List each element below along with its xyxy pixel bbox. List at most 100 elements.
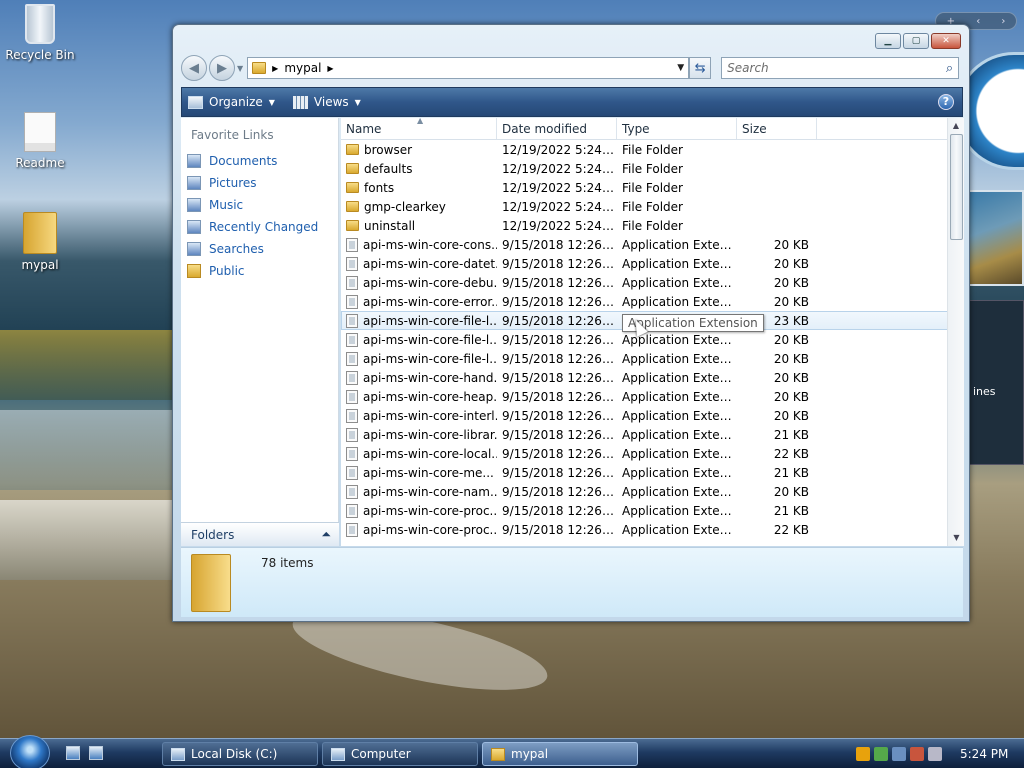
clock[interactable]: 5:24 PM bbox=[960, 747, 1008, 761]
taskbar-button-label: Local Disk (C:) bbox=[191, 747, 278, 761]
file-row[interactable]: browser 12/19/2022 5:24 PM File Folder bbox=[341, 140, 964, 159]
volume-muted-icon[interactable] bbox=[928, 747, 942, 761]
scroll-thumb[interactable] bbox=[950, 134, 963, 240]
favorite-link-music[interactable]: Music bbox=[181, 194, 338, 216]
windows-update-icon[interactable] bbox=[892, 747, 906, 761]
forward-button[interactable]: ▶ bbox=[209, 55, 235, 81]
favorite-link-pictures[interactable]: Pictures bbox=[181, 172, 338, 194]
file-row[interactable]: api-ms-win-core-interl... 9/15/2018 12:26… bbox=[341, 406, 964, 425]
dll-file-icon bbox=[346, 313, 358, 328]
favorite-link-documents[interactable]: Documents bbox=[181, 150, 338, 172]
search-icon[interactable]: ⌕ bbox=[946, 61, 953, 76]
file-name-cell: api-ms-win-core-file-l... bbox=[341, 313, 497, 328]
file-name: api-ms-win-core-heap... bbox=[363, 389, 497, 404]
navigation-pane: Favorite Links Documents Pictures Music Rec… bbox=[181, 118, 339, 546]
desktop-icon-recycle-bin[interactable]: Recycle Bin bbox=[0, 4, 80, 62]
vertical-scrollbar[interactable]: ▲ ▼ bbox=[947, 118, 964, 546]
explorer-window[interactable]: ▁ ▢ ✕ ◀ ▶ ▼ ▶ mypal ▶ ▼ ⇆ Search ⌕ Organ… bbox=[172, 24, 970, 622]
dll-file-icon bbox=[346, 465, 358, 480]
update-icon[interactable] bbox=[874, 747, 888, 761]
file-date-modified: 12/19/2022 5:24 PM bbox=[502, 199, 617, 214]
taskbar-button-mypal[interactable]: mypal bbox=[482, 742, 638, 766]
favorite-link-recently-changed[interactable]: Recently Changed bbox=[181, 216, 338, 238]
file-type: Application Extens... bbox=[622, 522, 737, 537]
switch-windows-icon[interactable] bbox=[89, 746, 103, 760]
feed-gadget[interactable]: ines bbox=[968, 300, 1024, 465]
breadcrumb-folder[interactable]: mypal bbox=[284, 61, 321, 75]
address-dropdown-icon[interactable]: ▼ bbox=[677, 63, 688, 73]
show-desktop-icon[interactable] bbox=[66, 746, 80, 760]
file-name-cell: gmp-clearkey bbox=[341, 200, 497, 214]
network-icon[interactable] bbox=[910, 747, 924, 761]
file-row[interactable]: api-ms-win-core-debu... 9/15/2018 12:26 A… bbox=[341, 273, 964, 292]
chevron-down-icon: ▼ bbox=[354, 97, 361, 107]
desktop-icon-mypal[interactable]: mypal bbox=[0, 212, 80, 272]
dll-file-icon bbox=[346, 370, 358, 385]
file-name: api-ms-win-core-datet... bbox=[363, 256, 497, 271]
column-header-size[interactable]: Size bbox=[737, 118, 817, 139]
taskbar-button-computer[interactable]: Computer bbox=[322, 742, 478, 766]
file-size: 22 KB bbox=[773, 522, 809, 537]
maximize-button[interactable]: ▢ bbox=[903, 33, 929, 49]
file-name: uninstall bbox=[364, 218, 416, 233]
file-row[interactable]: api-ms-win-core-nam... 9/15/2018 12:26 AM… bbox=[341, 482, 964, 501]
back-button[interactable]: ◀ bbox=[181, 55, 207, 81]
searches-icon bbox=[187, 242, 201, 256]
security-shield-icon[interactable] bbox=[856, 747, 870, 761]
file-row[interactable]: api-ms-win-core-file-l... 9/15/2018 12:26… bbox=[341, 330, 964, 349]
scroll-down-icon[interactable]: ▼ bbox=[948, 530, 964, 546]
views-button[interactable]: Views ▼ bbox=[292, 95, 361, 109]
file-date-modified: 9/15/2018 12:26 AM bbox=[502, 256, 617, 271]
file-row[interactable]: api-ms-win-core-datet... 9/15/2018 12:26 … bbox=[341, 254, 964, 273]
file-row[interactable]: api-ms-win-core-me... 9/15/2018 12:26 AM A… bbox=[341, 463, 964, 482]
file-row[interactable]: api-ms-win-core-heap... 9/15/2018 12:26 A… bbox=[341, 387, 964, 406]
search-placeholder: Search bbox=[727, 61, 769, 75]
recent-pages-dropdown[interactable]: ▼ bbox=[237, 64, 243, 73]
file-type: Application Extens... bbox=[622, 370, 737, 385]
file-row[interactable]: api-ms-win-core-cons... 9/15/2018 12:26 A… bbox=[341, 235, 964, 254]
start-button[interactable] bbox=[10, 735, 50, 768]
file-size: 21 KB bbox=[773, 503, 809, 518]
file-row[interactable]: api-ms-win-core-hand... 9/15/2018 12:26 A… bbox=[341, 368, 964, 387]
file-size: 20 KB bbox=[773, 256, 809, 271]
file-size: 20 KB bbox=[773, 351, 809, 366]
refresh-button[interactable]: ⇆ bbox=[689, 57, 712, 79]
next-icon[interactable]: › bbox=[1001, 16, 1005, 27]
file-name-cell: api-ms-win-core-librar... bbox=[341, 427, 497, 442]
file-type: File Folder bbox=[622, 161, 683, 176]
taskbar-button-local-disk[interactable]: Local Disk (C:) bbox=[162, 742, 318, 766]
file-size: 20 KB bbox=[773, 294, 809, 309]
previous-icon[interactable]: ‹ bbox=[976, 16, 980, 27]
help-button[interactable]: ? bbox=[938, 94, 954, 110]
breadcrumb-separator-icon[interactable]: ▶ bbox=[272, 64, 278, 73]
file-row[interactable]: api-ms-win-core-proc... 9/15/2018 12:26 A… bbox=[341, 520, 964, 539]
close-button[interactable]: ✕ bbox=[931, 33, 961, 49]
music-icon bbox=[187, 198, 201, 212]
file-name-cell: api-ms-win-core-file-l... bbox=[341, 351, 497, 366]
search-input[interactable]: Search ⌕ bbox=[721, 57, 960, 79]
file-type: File Folder bbox=[622, 142, 683, 157]
column-header-type[interactable]: Type bbox=[617, 118, 737, 139]
file-row[interactable]: api-ms-win-core-local... 9/15/2018 12:26 … bbox=[341, 444, 964, 463]
file-row[interactable]: gmp-clearkey 12/19/2022 5:24 PM File Folde… bbox=[341, 197, 964, 216]
address-bar[interactable]: ▶ mypal ▶ ▼ bbox=[247, 57, 690, 79]
desktop-icon-readme[interactable]: Readme bbox=[0, 112, 80, 170]
organize-button[interactable]: Organize ▼ bbox=[188, 95, 275, 109]
file-row[interactable]: api-ms-win-core-error... 9/15/2018 12:26 … bbox=[341, 292, 964, 311]
file-name-cell: api-ms-win-core-proc... bbox=[341, 522, 497, 537]
minimize-button[interactable]: ▁ bbox=[875, 33, 901, 49]
scroll-up-icon[interactable]: ▲ bbox=[948, 118, 964, 134]
favorite-link-searches[interactable]: Searches bbox=[181, 238, 338, 260]
folders-toggle[interactable]: Folders ⏶ bbox=[181, 522, 339, 546]
slideshow-gadget[interactable] bbox=[968, 190, 1024, 286]
file-row[interactable]: fonts 12/19/2022 5:24 PM File Folder bbox=[341, 178, 964, 197]
favorite-link-public[interactable]: Public bbox=[181, 260, 338, 282]
file-date-modified: 9/15/2018 12:26 AM bbox=[502, 484, 617, 499]
file-row[interactable]: uninstall 12/19/2022 5:24 PM File Folder bbox=[341, 216, 964, 235]
breadcrumb-separator-icon[interactable]: ▶ bbox=[327, 64, 333, 73]
file-row[interactable]: api-ms-win-core-file-l... 9/15/2018 12:26… bbox=[341, 349, 964, 368]
file-row[interactable]: api-ms-win-core-proc... 9/15/2018 12:26 A… bbox=[341, 501, 964, 520]
file-row[interactable]: defaults 12/19/2022 5:24 PM File Folder bbox=[341, 159, 964, 178]
column-header-date-modified[interactable]: Date modified bbox=[497, 118, 617, 139]
file-row[interactable]: api-ms-win-core-librar... 9/15/2018 12:26… bbox=[341, 425, 964, 444]
